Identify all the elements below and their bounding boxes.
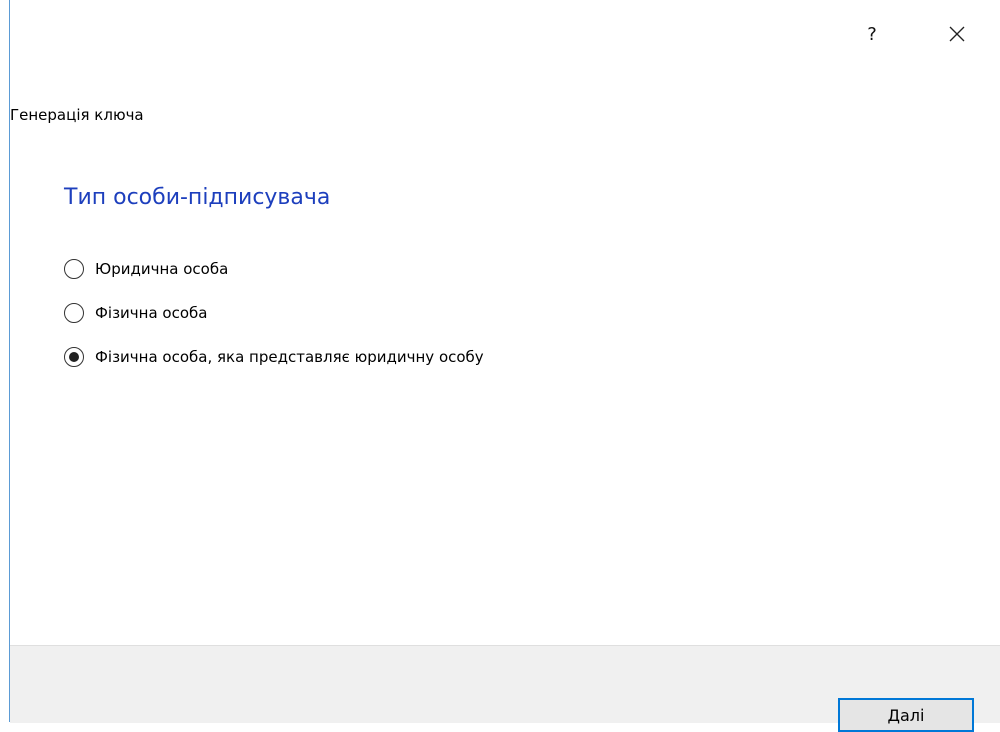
radio-option-individual[interactable]: Фізична особа <box>64 301 484 325</box>
radio-option-legal-entity[interactable]: Юридична особа <box>64 257 484 281</box>
radio-label: Фізична особа <box>95 304 208 322</box>
signer-type-radio-group: Юридична особа Фізична особа Фізична осо… <box>64 257 484 389</box>
radio-button[interactable] <box>64 303 84 323</box>
close-button[interactable] <box>940 20 974 48</box>
breadcrumb: Генерація ключа <box>10 106 144 124</box>
radio-label: Фізична особа, яка представляє юридичну … <box>95 348 484 366</box>
page-title: Тип особи-підписувача <box>64 185 331 210</box>
help-label: ? <box>867 23 877 45</box>
radio-option-individual-representing-entity[interactable]: Фізична особа, яка представляє юридичну … <box>64 345 484 369</box>
radio-label: Юридична особа <box>95 260 229 278</box>
next-button[interactable]: Далі <box>838 698 974 732</box>
help-button[interactable]: ? <box>855 20 889 48</box>
close-icon <box>949 26 965 42</box>
radio-button[interactable] <box>64 259 84 279</box>
radio-button-selected[interactable] <box>64 347 84 367</box>
